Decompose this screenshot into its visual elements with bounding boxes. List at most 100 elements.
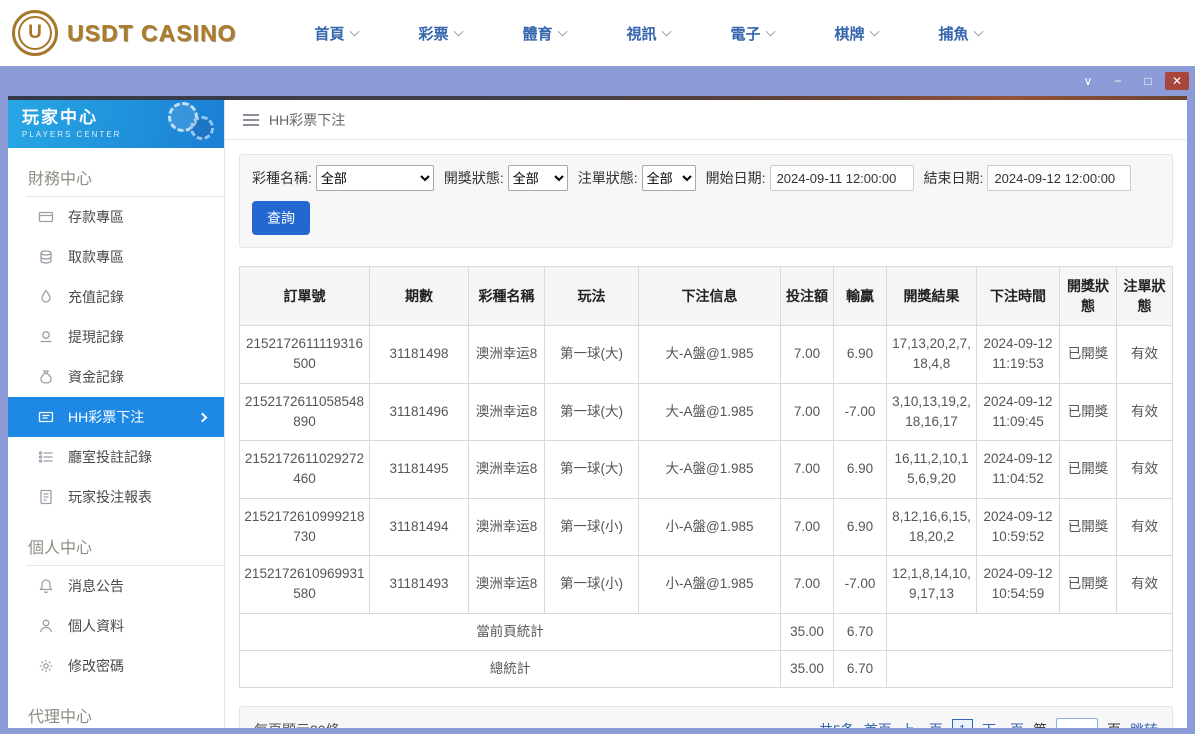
col-play: 玩法 — [544, 266, 639, 326]
table-row: 2152172610969931580 31181493 澳洲幸运8 第一球(小… — [239, 555, 1173, 614]
chevron-down-icon — [766, 26, 776, 36]
page-total-label: 當前頁統計 — [239, 612, 781, 651]
bell-icon — [38, 578, 54, 594]
bet-ticket-icon — [38, 409, 54, 425]
menu-toggle-icon[interactable] — [243, 113, 259, 126]
chevron-down-icon — [558, 26, 568, 36]
nav-item-video[interactable]: 視訊 — [596, 23, 700, 44]
coins-icon — [38, 249, 54, 265]
coin-hand-icon — [38, 329, 54, 345]
nav-item-boardgames[interactable]: 棋牌 — [804, 23, 908, 44]
list-icon — [38, 449, 54, 465]
current-page[interactable]: 1 — [951, 719, 973, 728]
grand-total-win-loss: 6.70 — [833, 649, 887, 689]
sidebar-item-recharge-record[interactable]: 充值記錄 — [8, 277, 224, 317]
nav-item-electronic[interactable]: 電子 — [700, 23, 804, 44]
pagination: 共5条 首页 上一页 1 下一页 第 页 跳转 — [819, 718, 1158, 728]
jump-prefix-label: 第 — [1033, 720, 1047, 728]
order-status-select[interactable]: 全部 — [641, 165, 696, 191]
window-close-button[interactable]: ✕ — [1165, 72, 1189, 90]
content-area: 彩種名稱: 全部 開獎狀態: 全部 注單狀態: 全部 開始日期: 2024-09… — [225, 140, 1187, 728]
brand-name: USDT CASINO — [67, 19, 237, 46]
top-nav-bar: U USDT CASINO 首頁 彩票 體育 視訊 電子 棋牌 捕魚 — [0, 0, 1195, 66]
first-page-link[interactable]: 首页 — [864, 720, 892, 728]
jump-suffix-label: 页 — [1107, 720, 1121, 728]
window-titlebar: ∨ − □ ✕ — [0, 66, 1195, 96]
lottery-name-select[interactable]: 全部 — [315, 165, 434, 191]
main-panel: HH彩票下注 彩種名稱: 全部 開獎狀態: 全部 注單狀態: 全部 開始日期: … — [225, 96, 1187, 728]
deposit-card-icon — [38, 209, 54, 225]
section-personal-center: 個人中心 — [8, 517, 224, 566]
window-minimize-button[interactable]: − — [1105, 71, 1131, 91]
col-lottery-name: 彩種名稱 — [468, 266, 545, 326]
window-body: 玩家中心 PLAYERS CENTER 財務中心 存款專區 取款專區 充值記錄 … — [8, 96, 1187, 728]
sidebar-item-profile[interactable]: 個人資料 — [8, 606, 224, 646]
player-center-window: ∨ − □ ✕ 玩家中心 PLAYERS CENTER 財務中心 存款專區 取款… — [0, 66, 1195, 734]
jump-button[interactable]: 跳转 — [1130, 720, 1158, 728]
start-date-label: 開始日期: — [705, 170, 766, 186]
nav-item-fishing[interactable]: 捕魚 — [908, 23, 1012, 44]
money-bag-icon — [38, 369, 54, 385]
draw-status-select[interactable]: 全部 — [507, 165, 568, 191]
sidebar-item-withdraw[interactable]: 取款專區 — [8, 237, 224, 277]
sidebar-item-announcements[interactable]: 消息公告 — [8, 566, 224, 606]
col-order-status: 注單狀態 — [1116, 266, 1173, 326]
sidebar-item-change-password[interactable]: 修改密碼 — [8, 646, 224, 686]
person-icon — [38, 618, 54, 634]
col-bet-info: 下注信息 — [638, 266, 781, 326]
breadcrumb-bar: HH彩票下注 — [225, 100, 1187, 140]
brand-logo-icon: U — [12, 10, 58, 56]
grand-total-row: 總統計 35.00 6.70 — [239, 649, 1173, 689]
sidebar-item-hh-lottery-bets[interactable]: HH彩票下注 — [8, 397, 224, 437]
sidebar-item-room-bet-record[interactable]: 廳室投註記錄 — [8, 437, 224, 477]
sidebar-item-withdraw-record[interactable]: 提現記錄 — [8, 317, 224, 357]
page-total-bet-amount: 35.00 — [780, 612, 834, 651]
end-date-label: 結束日期: — [923, 170, 984, 186]
col-win-loss: 輸贏 — [833, 266, 887, 326]
nav-item-home[interactable]: 首頁 — [284, 23, 388, 44]
window-maximize-button[interactable]: □ — [1135, 71, 1161, 91]
lottery-name-label: 彩種名稱: — [252, 170, 312, 186]
col-bet-time: 下注時間 — [976, 266, 1060, 326]
start-date-input[interactable] — [769, 165, 914, 191]
table-footer: 每頁顯示20條 共5条 首页 上一页 1 下一页 第 页 跳转 — [239, 706, 1173, 728]
col-order-no: 訂單號 — [239, 266, 370, 326]
draw-status-label: 開獎狀態: — [443, 170, 504, 186]
next-page-link[interactable]: 下一页 — [982, 720, 1024, 728]
col-issue: 期數 — [369, 266, 469, 326]
table-header-row: 訂單號 期數 彩種名稱 玩法 下注信息 投注額 輸贏 開獎結果 下注時間 開獎狀… — [239, 266, 1173, 326]
search-button[interactable]: 查詢 — [252, 201, 310, 235]
droplet-icon — [38, 289, 54, 305]
table-row: 2152172611119316500 31181498 澳洲幸运8 第一球(大… — [239, 325, 1173, 384]
page-jump-input[interactable] — [1056, 718, 1098, 728]
nav-item-sports[interactable]: 體育 — [492, 23, 596, 44]
gear-icon — [38, 658, 54, 674]
end-date-input[interactable] — [987, 165, 1132, 191]
page-total-row: 當前頁統計 35.00 6.70 — [239, 612, 1173, 651]
sidebar-item-deposit[interactable]: 存款專區 — [8, 197, 224, 237]
sidebar-item-funds-record[interactable]: 資金記錄 — [8, 357, 224, 397]
sidebar-header: 玩家中心 PLAYERS CENTER — [8, 96, 224, 148]
section-agent-center: 代理中心 — [8, 686, 224, 728]
section-finance-center: 財務中心 — [8, 148, 224, 197]
nav-item-lottery[interactable]: 彩票 — [388, 23, 492, 44]
order-status-label: 注單狀態: — [577, 170, 638, 186]
table-row: 2152172611029272460 31181495 澳洲幸运8 第一球(大… — [239, 440, 1173, 499]
bets-table: 訂單號 期數 彩種名稱 玩法 下注信息 投注額 輸贏 開獎結果 下注時間 開獎狀… — [239, 266, 1173, 689]
sidebar-item-bet-report[interactable]: 玩家投注報表 — [8, 477, 224, 517]
grand-total-label: 總統計 — [239, 649, 781, 689]
report-document-icon — [38, 489, 54, 505]
prev-page-link[interactable]: 上一页 — [901, 720, 943, 728]
col-draw-result: 開獎結果 — [886, 266, 977, 326]
grand-total-bet-amount: 35.00 — [780, 649, 834, 689]
total-count: 共5条 — [819, 720, 855, 728]
brand-logo[interactable]: U USDT CASINO — [12, 10, 236, 56]
window-top-gradient — [8, 96, 1187, 100]
filter-panel: 彩種名稱: 全部 開獎狀態: 全部 注單狀態: 全部 開始日期: 2024-09… — [239, 154, 1173, 248]
chevron-down-icon — [454, 26, 464, 36]
table-row: 2152172611058548890 31181496 澳洲幸运8 第一球(大… — [239, 382, 1173, 441]
chevron-down-icon — [870, 26, 880, 36]
page-title: HH彩票下注 — [269, 111, 346, 128]
window-chevron-button[interactable]: ∨ — [1075, 71, 1101, 91]
chevron-down-icon — [974, 26, 984, 36]
